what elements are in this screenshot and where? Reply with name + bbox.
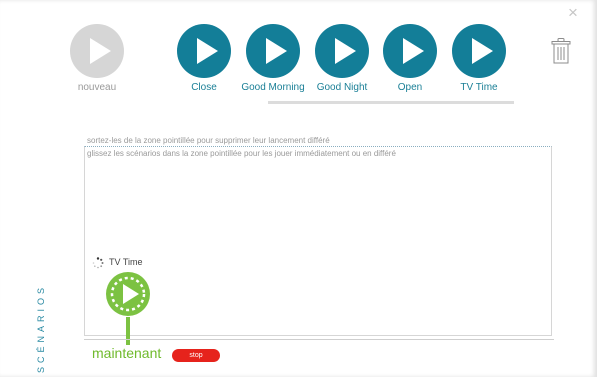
running-scenario-button[interactable] bbox=[105, 271, 151, 317]
play-icon bbox=[315, 24, 369, 78]
scenario-label: Open bbox=[397, 82, 423, 93]
play-icon bbox=[246, 24, 300, 78]
scenario-button-open[interactable]: Open bbox=[370, 24, 450, 94]
scenario-button-nouveau[interactable]: nouveau bbox=[57, 24, 137, 94]
stop-button[interactable]: stop bbox=[172, 349, 220, 362]
drop-hint: glissez les scénarios dans la zone point… bbox=[87, 149, 396, 158]
spinner-icon bbox=[92, 257, 104, 269]
play-icon bbox=[452, 24, 506, 78]
timeline-marker bbox=[126, 317, 130, 345]
scenario-label: Close bbox=[191, 82, 217, 93]
trash-icon[interactable] bbox=[551, 38, 571, 64]
scenario-label: nouveau bbox=[77, 82, 117, 93]
close-icon[interactable]: × bbox=[568, 4, 578, 21]
drop-zone[interactable]: glissez les scénarios dans la zone point… bbox=[84, 146, 552, 336]
scenario-button-close[interactable]: Close bbox=[164, 24, 244, 94]
play-icon bbox=[177, 24, 231, 78]
separator-line bbox=[268, 101, 514, 104]
timeline-line bbox=[84, 339, 554, 340]
scenario-label: Good Morning bbox=[241, 82, 305, 93]
play-icon bbox=[383, 24, 437, 78]
side-title: SCÉNARIOS bbox=[36, 283, 46, 373]
running-scenario-label: TV Time bbox=[109, 257, 143, 267]
scenario-button-good-morning[interactable]: Good Morning bbox=[233, 24, 313, 94]
now-label: maintenant bbox=[92, 345, 162, 361]
scenario-panel: × nouveau Close Good Morning Good Night bbox=[0, 0, 597, 377]
play-icon bbox=[70, 24, 124, 78]
scenario-label: TV Time bbox=[460, 82, 498, 93]
scenario-button-tv-time[interactable]: TV Time bbox=[439, 24, 519, 94]
remove-hint: sortez-les de la zone pointillée pour su… bbox=[87, 136, 330, 145]
